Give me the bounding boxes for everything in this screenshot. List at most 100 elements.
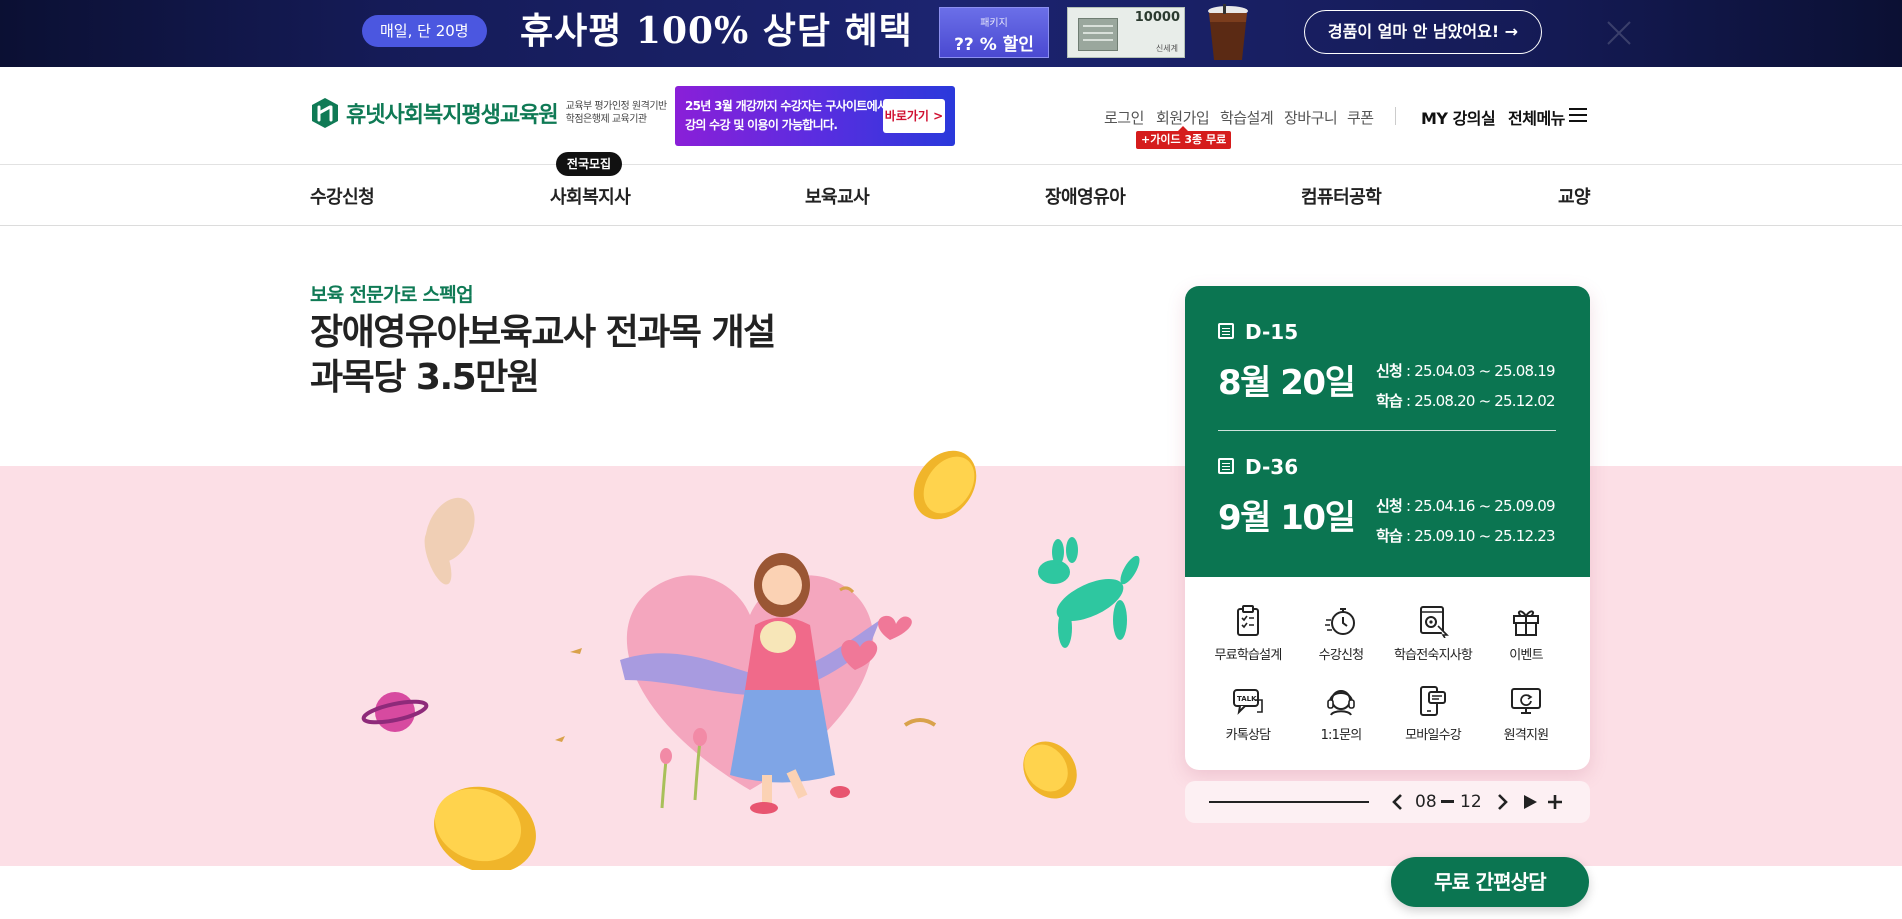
gold-coin	[434, 786, 536, 870]
balloon-dog-toy	[1038, 537, 1140, 648]
quick-label: 학습전숙지사항	[1393, 648, 1473, 663]
nav-item-computer-engineering[interactable]: 컴퓨터공학	[1301, 183, 1382, 209]
nav-item-social-worker[interactable]: 사회복지사	[550, 183, 631, 209]
quick-label: 수강신청	[1318, 648, 1364, 663]
hero-title-line2: 과목당 3.5만원	[310, 357, 540, 398]
all-menu-button[interactable]: 전체메뉴	[1508, 105, 1565, 129]
iced-coffee-icon	[1208, 4, 1248, 60]
study-period: 학습 : 25.09.10 ~ 25.12.23	[1376, 525, 1556, 546]
quick-mobile-study[interactable]: 모바일수강	[1387, 684, 1479, 743]
old-site-notice-banner[interactable]: 25년 3월 개강까지 수강자는 구사이트에서 강의 수강 및 이용이 가능합니…	[675, 86, 955, 146]
quick-label: 모바일수강	[1405, 728, 1462, 743]
quick-label: 원격지원	[1503, 728, 1549, 743]
schedule-panel: D-15 8월 20일 신청 : 25.04.03 ~ 25.08.19 학습 …	[1185, 286, 1590, 577]
planet-toy	[361, 692, 429, 732]
open-date: 8월 20일	[1218, 363, 1356, 403]
quick-enroll[interactable]: 수강신청	[1295, 604, 1387, 663]
promo-tag-big: ?? % 할인	[954, 35, 1034, 55]
play-icon[interactable]	[1522, 794, 1538, 810]
hamburger-icon[interactable]	[1569, 108, 1587, 122]
study-plan-link[interactable]: 학습설계	[1220, 107, 1274, 128]
close-icon[interactable]	[1604, 18, 1634, 48]
svg-text:TALK: TALK	[1237, 695, 1257, 703]
headset-icon	[1327, 690, 1355, 716]
chevron-right-icon[interactable]	[1492, 792, 1512, 812]
quick-free-study-plan[interactable]: 무료학습설계	[1202, 604, 1294, 663]
old-site-notice-line1: 25년 3월 개강까지 수강자는 구사이트에서	[685, 99, 888, 113]
login-link[interactable]: 로그인	[1104, 107, 1144, 128]
study-label: 학습	[1376, 392, 1403, 410]
promo-pill: 매일, 단 20명	[362, 15, 487, 47]
nav-item-enroll[interactable]: 수강신청	[310, 183, 375, 209]
gold-coin	[1023, 741, 1077, 799]
apply-range: : 25.04.03 ~ 25.08.19	[1402, 362, 1556, 380]
gold-coin	[913, 450, 977, 520]
talk-bubble-icon: TALK	[1233, 689, 1263, 715]
study-range: : 25.09.10 ~ 25.12.23	[1402, 527, 1556, 545]
logo-text: 휴넷사회복지평생교육원	[346, 103, 559, 128]
promo-tag-small: 패키지	[980, 18, 1008, 29]
study-range: : 25.08.20 ~ 25.12.02	[1402, 392, 1556, 410]
free-consult-button[interactable]: 무료 간편상담	[1391, 857, 1589, 907]
logo-sub-line1: 교육부 평가인정 원격기반	[565, 101, 668, 112]
old-site-notice-text: 25년 3월 개강까지 수강자는 구사이트에서 강의 수강 및 이용이 가능합니…	[685, 97, 888, 135]
main-navigation: 수강신청 전국모집 사회복지사 보육교사 장애영유아 컴퓨터공학 교양	[0, 152, 1902, 226]
promo-cta-button[interactable]: 경품이 얼마 안 남았어요! →	[1304, 10, 1542, 54]
quick-one-on-one[interactable]: 1:1문의	[1295, 684, 1387, 743]
coupon-link[interactable]: 쿠폰	[1347, 107, 1374, 128]
hero-title-line1: 장애영유아보육교사 전과목 개설	[310, 312, 776, 353]
site-header: 휴넷사회복지평생교육원 교육부 평가인정 원격기반 학점은행제 교육기관 25년…	[0, 67, 1902, 165]
dday-label: D-36	[1245, 455, 1299, 479]
signup-guide-badge: +가이드 3종 무료	[1136, 126, 1232, 149]
schedule-card: D-15 8월 20일 신청 : 25.04.03 ~ 25.08.19 학습 …	[1185, 286, 1590, 770]
logo-sub-line2: 학점은행제 교육기관	[565, 114, 647, 125]
logo-mark-icon	[312, 98, 338, 128]
hero-slider-controls: 08 12	[1185, 781, 1590, 823]
stopwatch-icon	[1325, 608, 1355, 635]
promo-banner[interactable]: 매일, 단 20명 휴사평 100% 상담 혜택 패키지 ?? % 할인 100…	[0, 0, 1902, 67]
apply-period: 신청 : 25.04.03 ~ 25.08.19	[1376, 360, 1556, 381]
gift-voucher-image: 10000 신세계	[1067, 7, 1185, 58]
my-classroom-link[interactable]: MY 강의실	[1421, 105, 1496, 129]
small-heart	[878, 615, 912, 640]
blurred-toy-shape	[424, 497, 475, 585]
schedule-divider	[1218, 430, 1556, 431]
apply-range: : 25.04.16 ~ 25.09.09	[1402, 497, 1556, 515]
apply-label: 신청	[1376, 497, 1403, 515]
site-logo[interactable]: 휴넷사회복지평생교육원 교육부 평가인정 원격기반 학점은행제 교육기관	[310, 97, 667, 129]
quick-kakao-talk[interactable]: TALK 카톡상담	[1202, 684, 1294, 743]
slider-separator	[1441, 800, 1454, 803]
signup-link[interactable]: 회원가입	[1156, 107, 1210, 128]
plus-icon[interactable]	[1546, 793, 1564, 811]
hero-title[interactable]: 장애영유아보육교사 전과목 개설 과목당 3.5만원	[310, 310, 776, 400]
chevron-left-icon[interactable]	[1388, 792, 1408, 812]
slider-progress-bar	[1209, 801, 1369, 803]
apply-label: 신청	[1376, 362, 1403, 380]
quick-label: 카톡상담	[1225, 728, 1271, 743]
voucher-building-illustration	[1078, 18, 1118, 51]
quick-pre-study-notice[interactable]: 학습전숙지사항	[1387, 604, 1479, 663]
document-gear-icon	[1420, 606, 1449, 638]
quick-label: 무료학습설계	[1214, 648, 1283, 663]
quick-label: 1:1문의	[1320, 728, 1363, 743]
hero-eyebrow: 보육 전문가로 스펙업	[310, 284, 474, 306]
clipboard-icon	[1237, 605, 1259, 636]
open-date: 9월 10일	[1218, 498, 1356, 538]
hero-illustration	[361, 450, 1140, 870]
nav-item-disabled-infant[interactable]: 장애영유아	[1045, 183, 1126, 209]
study-label: 학습	[1376, 527, 1403, 545]
study-period: 학습 : 25.08.20 ~ 25.12.02	[1376, 390, 1556, 411]
old-site-go-button[interactable]: 바로가기 >	[883, 99, 945, 133]
old-site-notice-line2: 강의 수강 및 이용이 가능합니다.	[685, 118, 838, 132]
nav-item-childcare-teacher[interactable]: 보육교사	[805, 183, 870, 209]
gift-icon	[1513, 610, 1539, 636]
quick-remote-support[interactable]: 원격지원	[1480, 684, 1572, 743]
cart-link[interactable]: 장바구니	[1284, 107, 1338, 128]
confetti	[903, 718, 937, 727]
nationwide-recruit-badge: 전국모집	[556, 152, 622, 176]
nav-item-liberal-arts[interactable]: 교양	[1558, 183, 1591, 209]
mobile-chat-icon	[1420, 686, 1446, 716]
quick-event[interactable]: 이벤트	[1480, 604, 1572, 663]
voucher-amount: 10000	[1134, 10, 1180, 25]
quick-label: 이벤트	[1509, 648, 1543, 663]
